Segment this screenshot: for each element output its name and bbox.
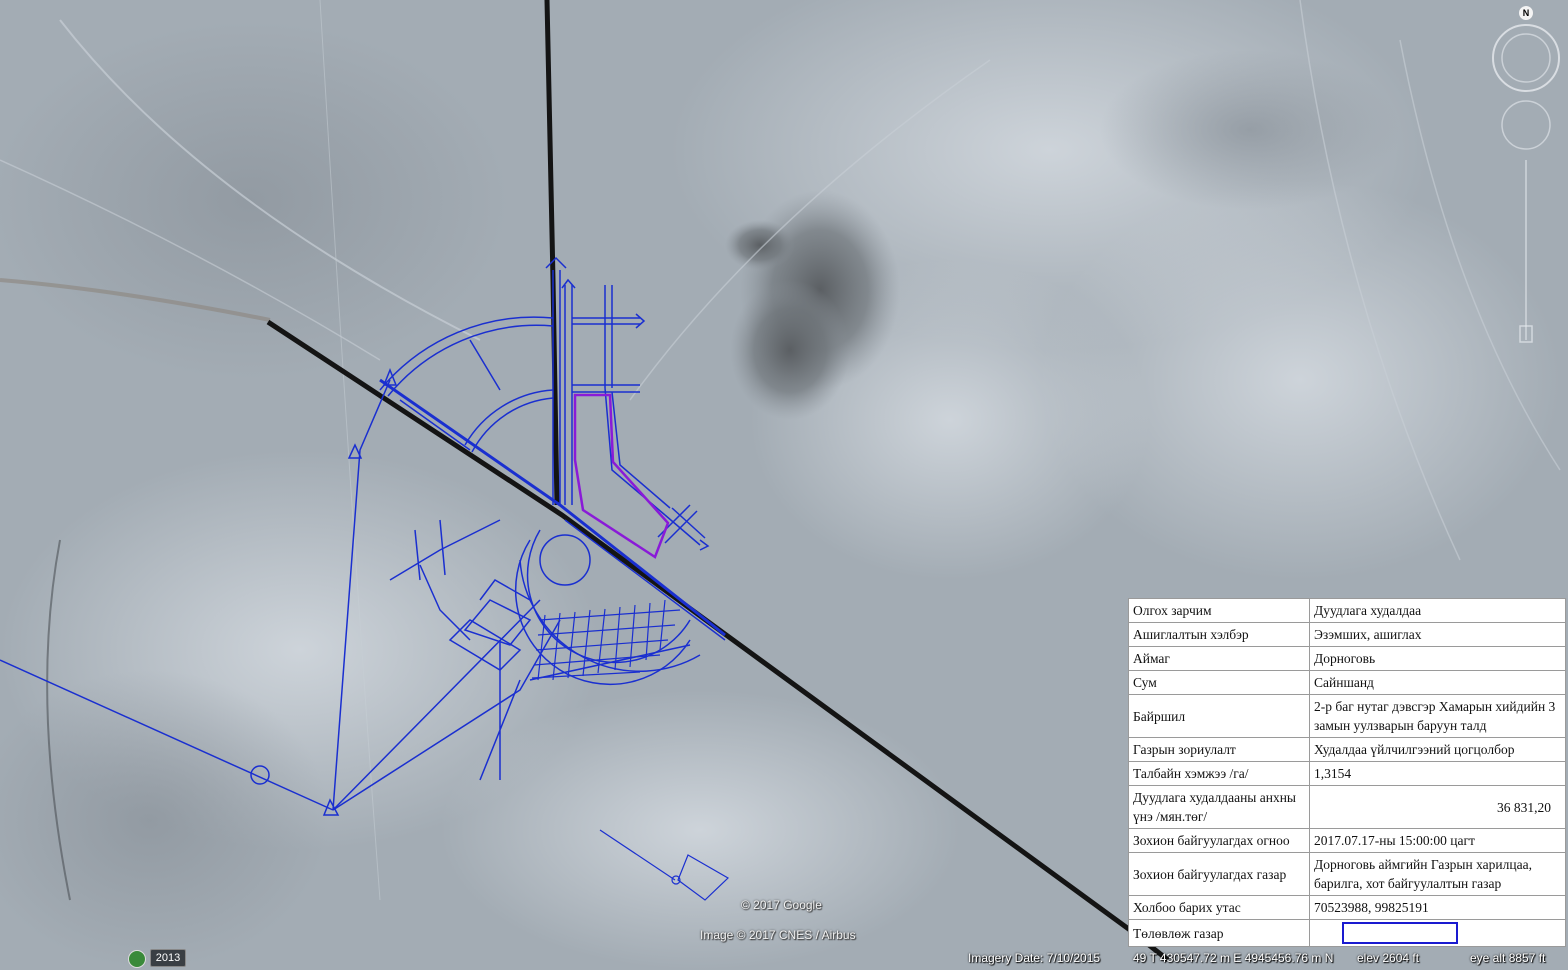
table-row: Зохион байгуулагдах огноо 2017.07.17-ны … <box>1128 828 1566 853</box>
row-label: Байршил <box>1128 694 1310 738</box>
table-row: Байршил 2-р баг нутаг дэвсгэр Хамарын хи… <box>1128 694 1566 738</box>
row-value: 70523988, 99825191 <box>1309 895 1566 920</box>
row-label: Газрын зориулалт <box>1128 737 1310 762</box>
table-row: Талбайн хэмжээ /га/ 1,3154 <box>1128 761 1566 786</box>
row-label: Талбайн хэмжээ /га/ <box>1128 761 1310 786</box>
row-value: 2017.07.17-ны 15:00:00 цагт <box>1309 828 1566 853</box>
cursor-coordinates: 49 T 430547.72 m E 4945456.76 m N <box>1133 951 1334 965</box>
row-label: Зохион байгуулагдах огноо <box>1128 828 1310 853</box>
row-value <box>1309 919 1566 947</box>
google-copyright: © 2017 Google <box>741 898 822 912</box>
imagery-copyright: Image © 2017 CNES / Airbus <box>700 928 856 942</box>
zoom-slider-icon[interactable] <box>1519 160 1533 343</box>
table-row: Олгох зарчим Дуудлага худалдаа <box>1128 598 1566 623</box>
table-row: Төлөвлөж газар <box>1128 919 1566 947</box>
row-value: Сайншанд <box>1309 670 1566 695</box>
row-label: Холбоо барих утас <box>1128 895 1310 920</box>
row-label: Аймаг <box>1128 646 1310 671</box>
status-bar: Imagery Date: 7/10/2015 49 T 430547.72 m… <box>0 948 1568 970</box>
table-row: Ашиглалтын хэлбэр Эзэмших, ашиглах <box>1128 622 1566 647</box>
look-joystick-icon[interactable] <box>1501 100 1551 150</box>
elevation-readout: elev 2604 ft <box>1357 951 1420 965</box>
row-value: Дуудлага худалдаа <box>1309 598 1566 623</box>
table-row: Сум Сайншанд <box>1128 670 1566 695</box>
compass-north-label: N <box>1519 6 1533 20</box>
navigation-controls[interactable]: N <box>1486 6 1566 370</box>
eye-altitude-readout: eye alt 8857 ft <box>1470 951 1546 965</box>
row-value: Худалдаа үйлчилгээний цогцолбор <box>1309 737 1566 762</box>
row-value: 1,3154 <box>1309 761 1566 786</box>
row-label: Төлөвлөж газар <box>1128 919 1310 947</box>
table-row: Холбоо барих утас 70523988, 99825191 <box>1128 895 1566 920</box>
row-label: Дуудлага худалдааны анхны үнэ /мян.төг/ <box>1128 785 1310 829</box>
table-row: Газрын зориулалт Худалдаа үйлчилгээний ц… <box>1128 737 1566 762</box>
table-row: Дуудлага худалдааны анхны үнэ /мян.төг/ … <box>1128 785 1566 829</box>
planned-area-legend-swatch <box>1342 922 1458 944</box>
row-value: Дорноговь <box>1309 646 1566 671</box>
row-value: 36 831,20 <box>1309 785 1566 829</box>
row-label: Зохион байгуулагдах газар <box>1128 852 1310 896</box>
row-value: 2-р баг нутаг дэвсгэр Хамарын хийдийн 3 … <box>1309 694 1566 738</box>
imagery-date: Imagery Date: 7/10/2015 <box>968 951 1101 965</box>
row-value: Дорноговь аймгийн Газрын харилцаа, барил… <box>1309 852 1566 896</box>
compass-ring-icon[interactable] <box>1492 24 1560 92</box>
row-value: Эзэмших, ашиглах <box>1309 622 1566 647</box>
row-label: Олгох зарчим <box>1128 598 1310 623</box>
auction-info-table: Олгох зарчим Дуудлага худалдаа Ашиглалты… <box>1128 598 1566 947</box>
row-label: Сум <box>1128 670 1310 695</box>
satellite-map[interactable]: N Олгох зарчим Дуудлага худалдаа Ашиглал… <box>0 0 1568 970</box>
row-label: Ашиглалтын хэлбэр <box>1128 622 1310 647</box>
table-row: Зохион байгуулагдах газар Дорноговь аймг… <box>1128 852 1566 896</box>
table-row: Аймаг Дорноговь <box>1128 646 1566 671</box>
